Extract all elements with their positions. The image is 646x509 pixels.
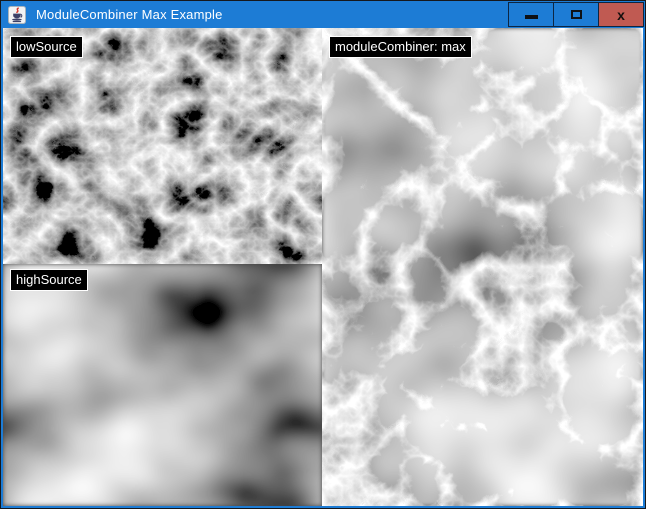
close-button[interactable]: x — [598, 2, 644, 27]
close-icon: x — [617, 8, 625, 22]
window-controls: x — [508, 2, 644, 27]
panel-label-modulecombiner: moduleCombiner: max — [329, 36, 472, 58]
window-title: ModuleCombiner Max Example — [36, 7, 223, 22]
left-column: lowSource highSource — [3, 28, 322, 506]
titlebar[interactable]: ModuleCombiner Max Example x — [1, 1, 645, 28]
panel-label-highsource: highSource — [10, 269, 88, 291]
highsource-noise-image — [3, 264, 322, 506]
maximize-icon — [571, 10, 582, 19]
noise-panel-highsource: highSource — [3, 264, 322, 506]
minimize-icon — [525, 15, 538, 19]
maximize-button[interactable] — [553, 2, 599, 27]
noise-panel-lowsource: lowSource — [3, 28, 322, 264]
java-app-icon[interactable] — [8, 6, 26, 24]
minimize-button[interactable] — [508, 2, 554, 27]
combined-ridged-noise-layer — [322, 28, 643, 506]
content-area: lowSource highSource module — [3, 28, 643, 506]
lowsource-noise-image — [3, 28, 322, 264]
panel-label-lowsource: lowSource — [10, 36, 83, 58]
noise-panel-modulecombiner: moduleCombiner: max — [322, 28, 643, 506]
app-window: ModuleCombiner Max Example x lowSource — [0, 0, 646, 509]
